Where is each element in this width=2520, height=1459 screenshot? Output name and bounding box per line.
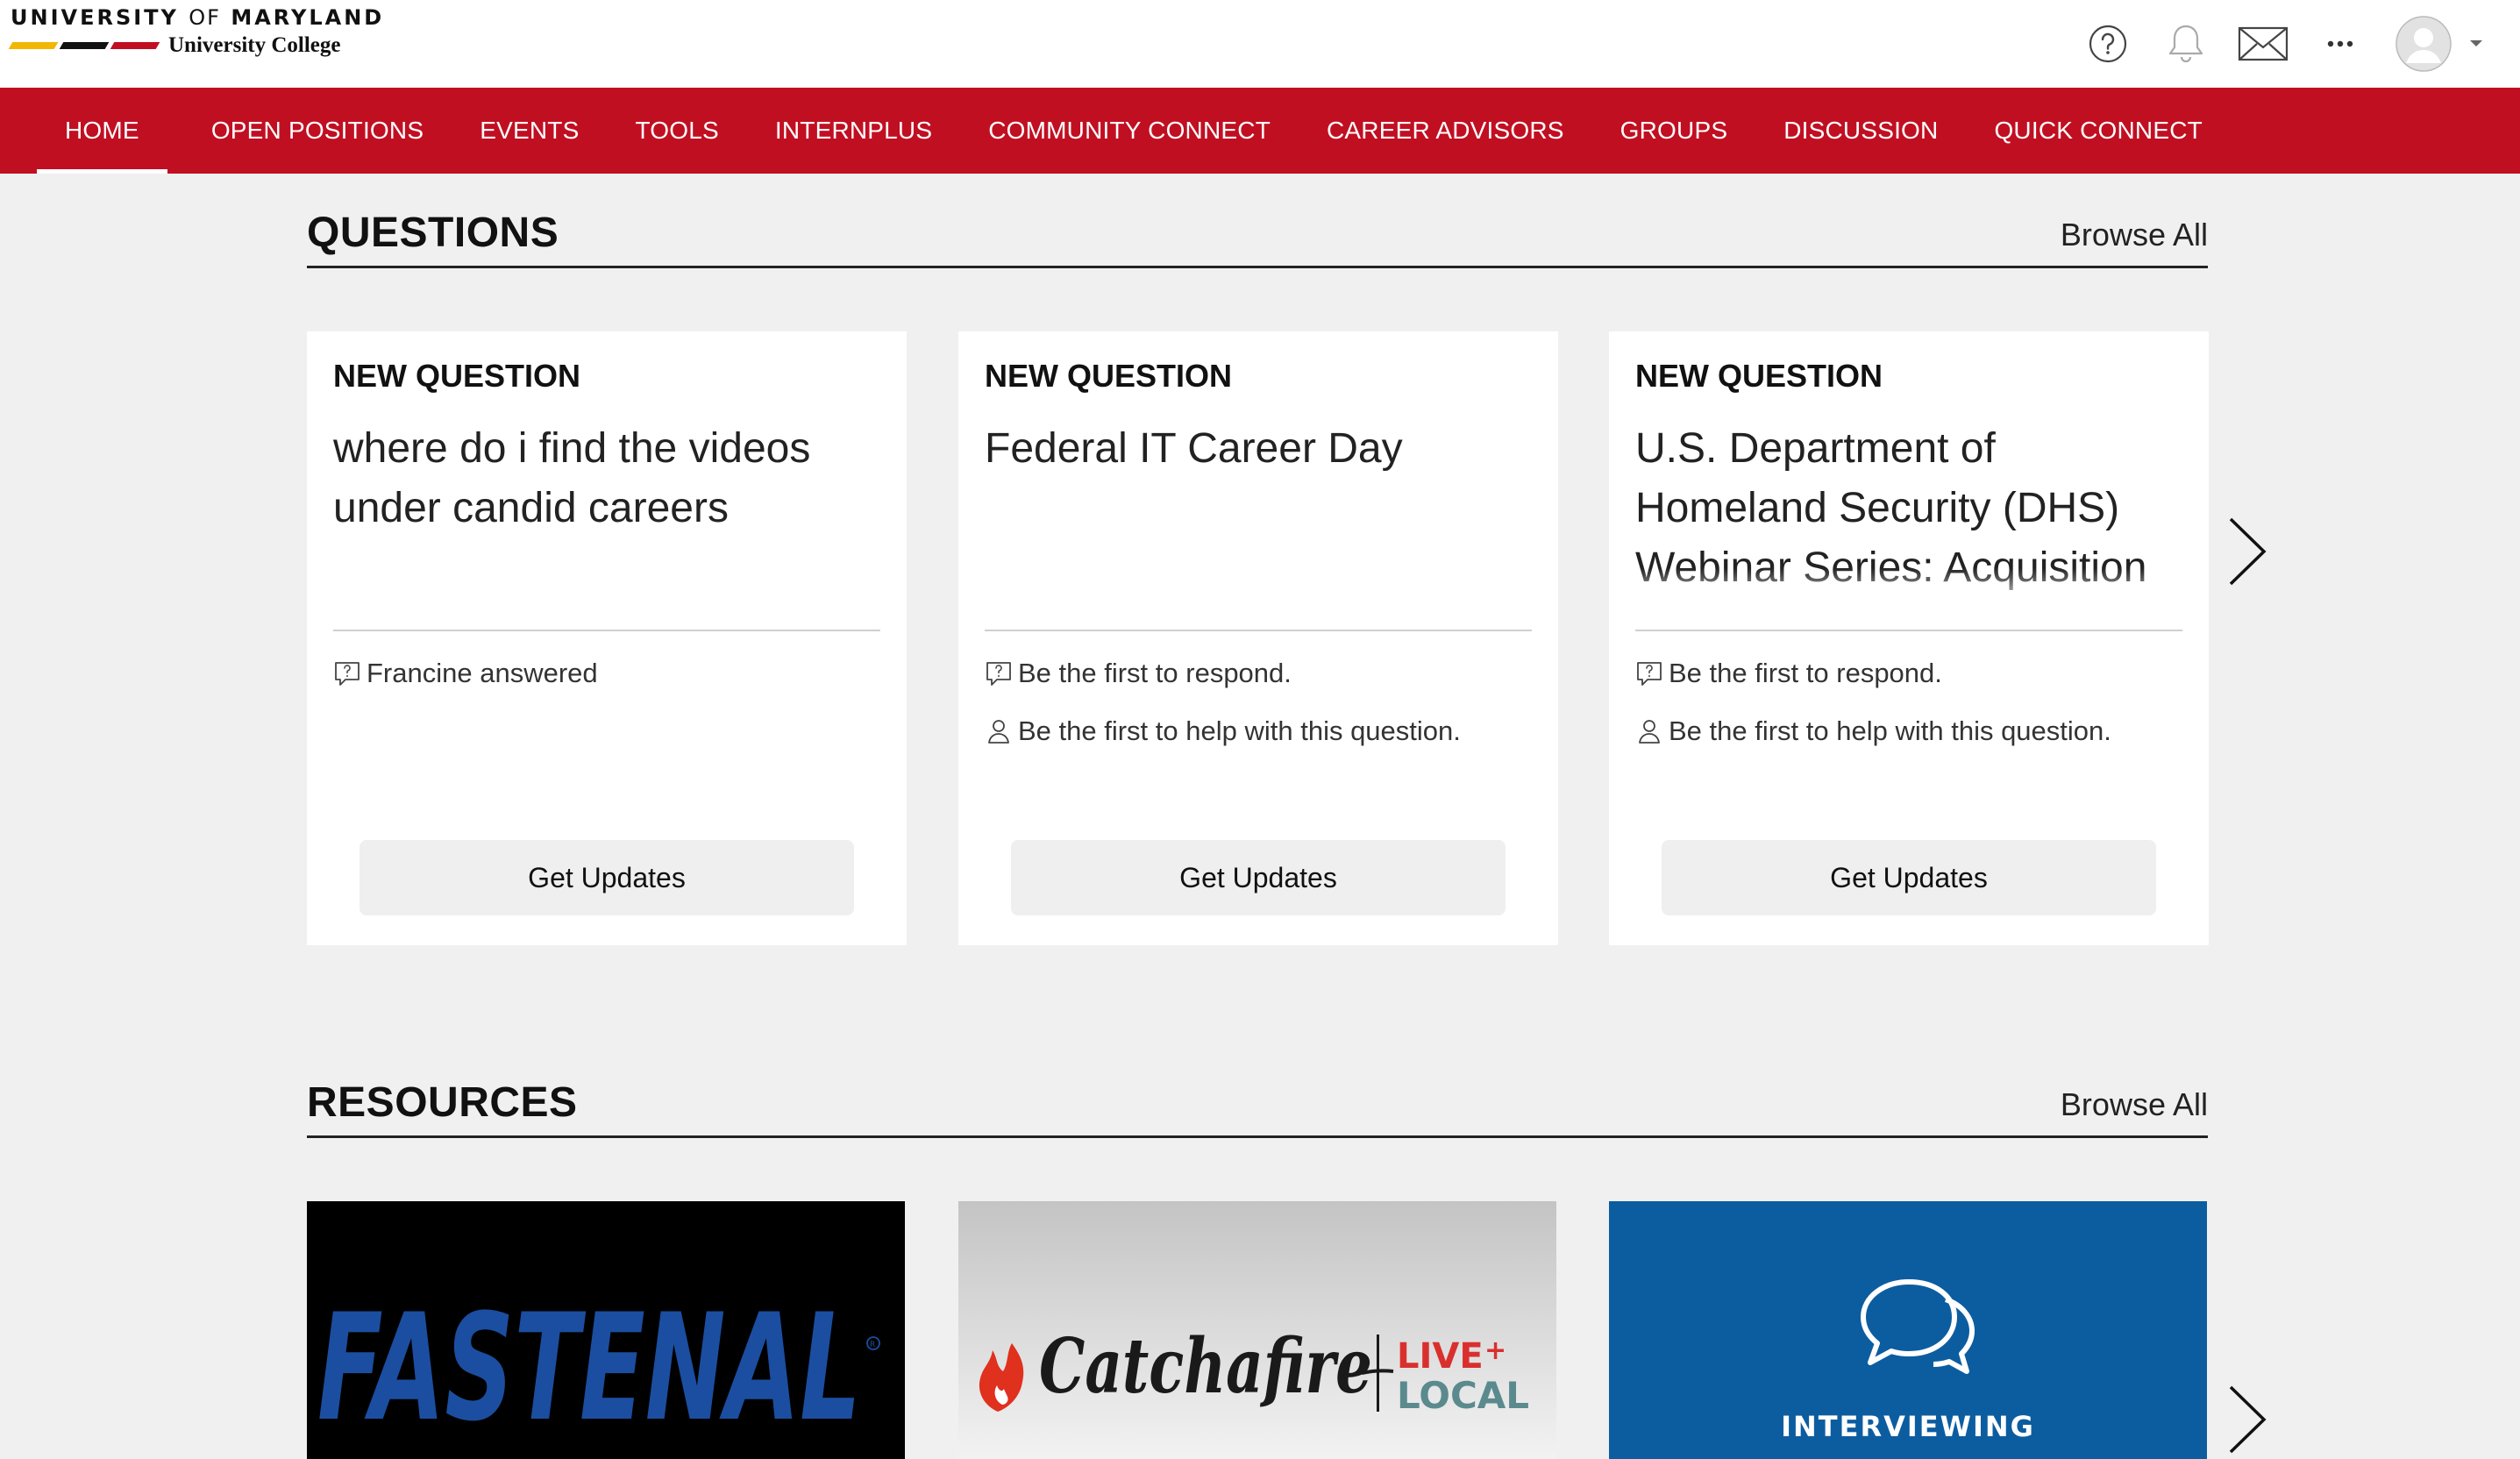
get-updates-button[interactable]: Get Updates <box>359 840 854 915</box>
question-bubble-icon <box>1637 662 1662 686</box>
resources-header: RESOURCES Browse All <box>307 1079 2208 1138</box>
question-response-status: Be the first to respond. <box>985 658 1292 689</box>
nav-home[interactable]: HOME <box>37 88 167 174</box>
nav-discussion[interactable]: DISCUSSION <box>1755 88 1966 174</box>
logo-word-university: UNIVERSITY <box>11 5 179 30</box>
question-response-status: Be the first to respond. <box>1635 658 1942 689</box>
chevron-right-icon <box>2229 517 2267 586</box>
logo-stripe-red <box>110 42 160 49</box>
questions-title: QUESTIONS <box>307 210 559 256</box>
nav-career-advisors[interactable]: CAREER ADVISORS <box>1299 88 1592 174</box>
person-icon <box>1639 720 1660 744</box>
question-card[interactable]: NEW QUESTION where do i find the videos … <box>307 331 907 945</box>
divider <box>333 630 880 631</box>
fastenal-logo: FASTENAL R <box>317 1282 880 1454</box>
question-card-label: NEW QUESTION <box>1635 358 1883 394</box>
chevron-down-icon[interactable] <box>2459 18 2494 70</box>
logo-stripe-black <box>59 42 110 49</box>
question-card-label: NEW QUESTION <box>985 358 1233 394</box>
question-card[interactable]: NEW QUESTION Federal IT Career Day Be th… <box>958 331 1558 945</box>
fastenal-wordmark: FASTENAL <box>317 1282 861 1454</box>
avatar[interactable] <box>2393 16 2454 72</box>
question-response-text: Be the first to respond. <box>1018 658 1292 688</box>
interviewing-label: INTERVIEWING <box>1781 1410 2035 1443</box>
catchafire-logo: Catchafire LIVE + LOCAL <box>979 1322 1529 1417</box>
more-icon[interactable] <box>2314 18 2367 70</box>
questions-next-arrow[interactable] <box>2224 512 2273 591</box>
question-title[interactable]: Federal IT Career Day <box>985 419 1532 605</box>
logo-subtitle: University College <box>168 33 341 57</box>
questions-browse-all-link[interactable]: Browse All <box>2061 217 2208 253</box>
resource-card-catchafire[interactable]: Catchafire LIVE + LOCAL <box>958 1201 1556 1459</box>
university-logo[interactable]: UNIVERSITY OF MARYLAND University Colleg… <box>8 5 385 58</box>
top-icons <box>1994 0 2520 88</box>
question-card-label: NEW QUESTION <box>333 358 581 394</box>
resource-card-interviewing[interactable]: INTERVIEWING <box>1609 1201 2207 1459</box>
resources-title: RESOURCES <box>307 1079 578 1126</box>
logo-word-of: OF <box>189 5 221 30</box>
nav-open-positions[interactable]: OPEN POSITIONS <box>183 88 452 174</box>
chevron-right-icon <box>2229 1385 2267 1454</box>
nav-tools[interactable]: TOOLS <box>607 88 746 174</box>
svg-text:R: R <box>870 1341 875 1349</box>
chat-bubbles-icon <box>1861 1279 1975 1374</box>
live-label: LIVE <box>1397 1336 1484 1377</box>
question-helper-text: Be the first to help with this question. <box>1018 715 1461 746</box>
question-title[interactable]: where do i find the videos under candid … <box>333 419 880 605</box>
logo-stripes <box>8 42 160 49</box>
logo-word-maryland: MARYLAND <box>231 5 385 30</box>
mail-icon[interactable] <box>2232 18 2294 70</box>
help-icon[interactable] <box>2082 18 2134 70</box>
question-card[interactable]: NEW QUESTION U.S. Department of Homeland… <box>1609 331 2209 945</box>
resource-card-fastenal[interactable]: FASTENAL R <box>307 1201 905 1459</box>
bell-icon[interactable] <box>2160 18 2212 70</box>
get-updates-button[interactable]: Get Updates <box>1662 840 2156 915</box>
question-helper-text: Be the first to help with this question. <box>1669 715 2111 746</box>
question-helper-status: Be the first to help with this question. <box>1635 715 2111 747</box>
resources-browse-all-link[interactable]: Browse All <box>2061 1086 2208 1123</box>
divider <box>985 630 1532 631</box>
questions-header: QUESTIONS Browse All <box>307 210 2208 268</box>
nav-groups[interactable]: GROUPS <box>1592 88 1756 174</box>
person-icon <box>988 720 1009 744</box>
question-bubble-icon <box>335 662 359 686</box>
main-nav: HOME OPEN POSITIONS EVENTS TOOLS INTERNP… <box>0 88 2520 174</box>
title-fade-overlay <box>1635 568 2182 610</box>
divider <box>1635 630 2182 631</box>
logo-stripe-gold <box>8 42 59 49</box>
question-response-text: Be the first to respond. <box>1669 658 1942 688</box>
resources-next-arrow[interactable] <box>2224 1380 2273 1459</box>
get-updates-button[interactable]: Get Updates <box>1011 840 1506 915</box>
top-header: UNIVERSITY OF MARYLAND University Colleg… <box>0 0 2520 88</box>
question-response-status: Francine answered <box>333 658 598 689</box>
question-helper-status: Be the first to help with this question. <box>985 715 1461 747</box>
nav-community-connect[interactable]: COMMUNITY CONNECT <box>960 88 1299 174</box>
nav-quick-connect[interactable]: QUICK CONNECT <box>1966 88 2231 174</box>
svg-text:+: + <box>1484 1335 1506 1366</box>
catchafire-wordmark: Catchafire <box>1039 1322 1372 1411</box>
question-bubble-icon <box>986 662 1011 686</box>
question-response-text: Francine answered <box>367 658 598 688</box>
nav-events[interactable]: EVENTS <box>452 88 607 174</box>
nav-internplus[interactable]: INTERNPLUS <box>747 88 960 174</box>
local-label: LOCAL <box>1397 1374 1529 1417</box>
